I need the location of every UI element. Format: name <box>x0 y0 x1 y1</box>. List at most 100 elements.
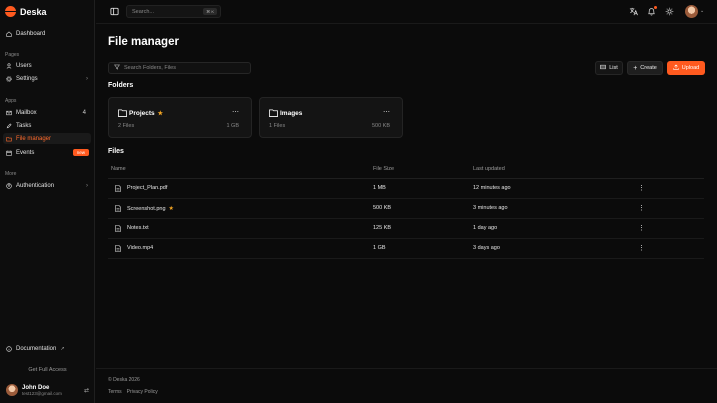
sidebar-item-authentication[interactable]: Authentication › <box>3 180 91 191</box>
list-button-label: List <box>609 65 618 71</box>
kebab-menu-icon[interactable]: ⋮ <box>638 224 645 232</box>
nav-group-more: More <box>5 171 17 177</box>
switch-account-icon[interactable]: ⇄ <box>84 387 89 394</box>
search-placeholder: Search... <box>132 8 155 15</box>
chevron-right-icon: › <box>86 75 88 82</box>
kebab-menu-icon[interactable]: ⋮ <box>638 204 645 212</box>
file-size: 1 GB <box>373 245 386 251</box>
gear-icon <box>6 75 12 82</box>
folder-file-count: 1 Files <box>269 123 286 129</box>
get-full-access-link[interactable]: Get Full Access <box>0 367 95 373</box>
privacy-policy-link[interactable]: Privacy Policy <box>127 389 158 395</box>
calendar-icon <box>6 150 12 156</box>
notification-bell-icon[interactable] <box>647 6 657 16</box>
file-updated: 1 day ago <box>473 225 498 231</box>
folder-icon <box>269 109 278 117</box>
sidebar-item-file-manager[interactable]: File manager <box>3 133 91 144</box>
user-profile[interactable]: John Doe test123@gmail.com ⇄ <box>6 384 91 396</box>
brand-name: Deska <box>20 6 47 17</box>
table-row[interactable]: Notes.txt 125 KB 1 day ago ⋮ <box>108 219 704 239</box>
translate-icon[interactable] <box>629 7 638 16</box>
chevron-down-icon[interactable]: ⌄ <box>700 8 704 14</box>
sidebar-item-mailbox[interactable]: Mailbox 4 <box>3 107 91 118</box>
sidebar-item-documentation[interactable]: Documentation ↗ <box>3 343 91 354</box>
filter-placeholder: Search Folders, Files <box>124 65 176 71</box>
sidebar-item-label: Tasks <box>16 122 32 129</box>
footer-divider <box>96 368 717 369</box>
table-row[interactable]: Screenshot.png ★ 500 KB 3 minutes ago ⋮ <box>108 199 704 219</box>
list-icon <box>600 64 606 72</box>
file-updated: 3 minutes ago <box>473 205 508 211</box>
brand-logo-icon <box>5 6 16 17</box>
file-name[interactable]: Notes.txt <box>127 225 149 231</box>
folder-name-text: Projects <box>129 110 155 117</box>
page-title: File manager <box>108 36 179 48</box>
column-header-name[interactable]: Name <box>111 166 126 172</box>
pencil-icon <box>6 122 12 129</box>
file-icon <box>115 245 121 252</box>
file-size: 125 KB <box>373 225 392 231</box>
column-header-size[interactable]: File Size <box>373 166 394 172</box>
folder-card-projects[interactable]: Projects ★ ⋯ 2 Files 1 GB <box>108 97 252 138</box>
nav-group-apps: Apps <box>5 98 17 104</box>
sidebar-item-settings[interactable]: Settings › <box>3 73 91 84</box>
sidebar-item-label: Users <box>16 62 32 69</box>
info-icon <box>6 345 12 352</box>
sidebar-item-label: Mailbox <box>16 109 37 116</box>
table-row[interactable]: Video.mp4 1 GB 3 days ago ⋮ <box>108 239 704 259</box>
file-name[interactable]: Screenshot.png ★ <box>127 205 174 212</box>
sidebar-item-events[interactable]: Events new <box>3 147 91 158</box>
file-icon <box>115 225 121 232</box>
upload-button[interactable]: Upload <box>667 61 705 75</box>
file-name[interactable]: Video.mp4 <box>127 245 153 251</box>
folder-name: Images <box>280 110 303 117</box>
sidebar-item-label: Dashboard <box>16 30 46 37</box>
theme-sun-icon[interactable] <box>665 7 674 16</box>
column-header-updated[interactable]: Last updated <box>473 166 505 172</box>
table-row[interactable]: Project_Plan.pdf 1 MB 12 minutes ago ⋮ <box>108 179 704 199</box>
star-icon: ★ <box>168 206 174 212</box>
create-button-label: Create <box>640 65 657 71</box>
folder-icon <box>118 109 127 117</box>
folder-icon <box>6 136 12 142</box>
more-options-icon[interactable]: ⋯ <box>232 108 239 116</box>
avatar[interactable] <box>685 5 698 18</box>
file-size: 500 KB <box>373 205 392 211</box>
folder-file-search-input[interactable]: Search Folders, Files <box>108 62 251 74</box>
kebab-menu-icon[interactable]: ⋮ <box>638 244 645 252</box>
folder-file-count: 2 Files <box>118 123 135 129</box>
sidebar-item-dashboard[interactable]: Dashboard <box>3 28 91 39</box>
new-badge: new <box>72 149 89 156</box>
footer-links: Terms Privacy Policy <box>108 389 158 395</box>
folder-size: 500 KB <box>371 123 390 129</box>
sidebar-item-label: File manager <box>16 135 52 142</box>
sidebar-item-users[interactable]: Users <box>3 60 91 71</box>
nav-group-pages: Pages <box>5 52 20 58</box>
file-icon <box>115 185 121 192</box>
shortcut-badge: ⌘ K <box>203 8 217 15</box>
folders-heading: Folders <box>108 82 134 89</box>
terms-link[interactable]: Terms <box>108 389 122 395</box>
file-updated: 12 minutes ago <box>473 185 511 191</box>
more-options-icon[interactable]: ⋯ <box>383 108 390 116</box>
mail-icon <box>6 110 12 116</box>
mailbox-count: 4 <box>82 109 86 116</box>
sidebar-toggle-icon[interactable] <box>110 7 119 16</box>
brand[interactable]: Deska <box>5 6 47 17</box>
sidebar-item-tasks[interactable]: Tasks <box>3 120 91 131</box>
list-view-button[interactable]: List <box>595 61 623 75</box>
kebab-menu-icon[interactable]: ⋮ <box>638 184 645 192</box>
file-icon <box>115 205 121 212</box>
files-heading: Files <box>108 148 124 155</box>
copyright: © Deska 2026 <box>108 377 140 383</box>
global-search-input[interactable]: Search... ⌘ K <box>126 5 221 18</box>
folder-size: 1 GB <box>226 123 239 129</box>
folder-card-images[interactable]: Images ⋯ 1 Files 500 KB <box>259 97 403 138</box>
file-name[interactable]: Project_Plan.pdf <box>127 185 167 191</box>
sidebar-item-label: Authentication <box>16 182 55 189</box>
create-button[interactable]: + Create <box>627 61 663 75</box>
user-icon <box>6 62 12 69</box>
notification-dot <box>654 6 657 9</box>
user-circle-icon <box>6 182 12 189</box>
file-size: 1 MB <box>373 185 386 191</box>
